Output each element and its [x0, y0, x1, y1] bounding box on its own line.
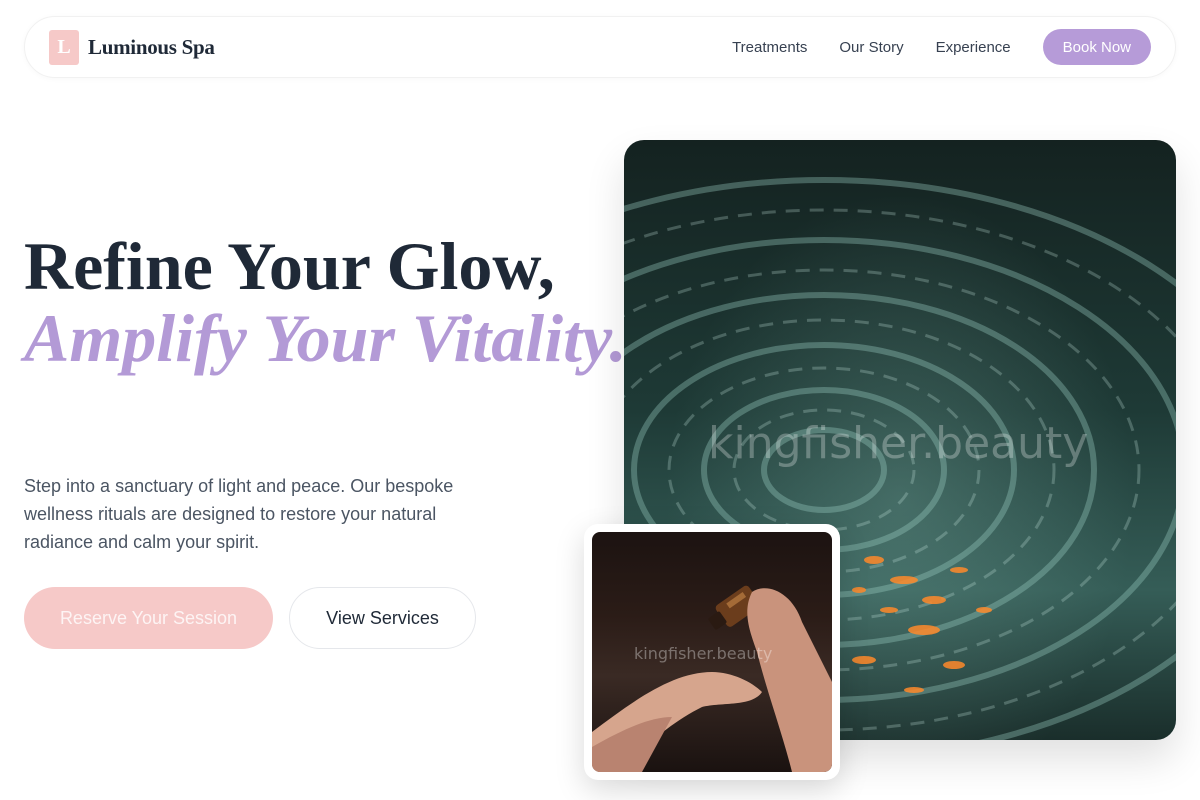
brand-name: Luminous Spa [88, 34, 215, 59]
top-navbar: L Luminous Spa Treatments Our Story Expe… [24, 16, 1176, 78]
nav-link-experience[interactable]: Experience [936, 39, 1011, 56]
headline-line-2: Amplify Your Vitality. [24, 300, 627, 376]
inset-watermark: kingfisher.beauty [634, 644, 773, 663]
oil-dropper-image: kingfisher.beauty [592, 532, 832, 772]
brand[interactable]: L Luminous Spa [49, 29, 215, 65]
inset-image-card: kingfisher.beauty [584, 524, 840, 780]
hero-subtext: Step into a sanctuary of light and peace… [24, 476, 454, 552]
image-watermark: kingfisher.beauty [708, 418, 1089, 469]
book-now-button[interactable]: Book Now [1042, 29, 1151, 65]
hero-headline: Refine Your Glow, Amplify Your Vitality. [24, 230, 627, 374]
nav-link-our-story[interactable]: Our Story [839, 39, 903, 56]
nav-link-treatments[interactable]: Treatments [732, 39, 807, 56]
view-services-button[interactable]: View Services [289, 587, 476, 649]
headline-line-1: Refine Your Glow, [24, 228, 555, 304]
nav-menu: Treatments Our Story Experience Book Now [732, 29, 1151, 65]
reserve-session-button[interactable]: Reserve Your Session [24, 587, 273, 649]
letter-logo-icon: L [49, 29, 79, 65]
